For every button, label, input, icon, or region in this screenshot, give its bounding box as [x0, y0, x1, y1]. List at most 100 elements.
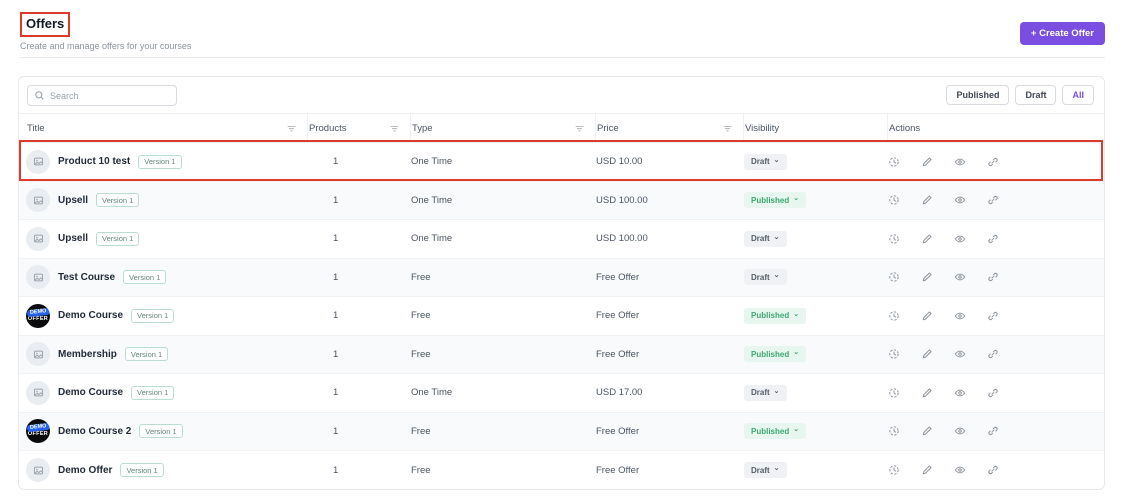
- column-filter-icon[interactable]: [574, 123, 585, 134]
- title-cell: DEMOOFFERDemo CourseVersion 1: [26, 304, 308, 328]
- analytics-icon[interactable]: [888, 194, 900, 206]
- title-cell: MembershipVersion 1: [26, 342, 308, 366]
- copy-link-icon[interactable]: [987, 464, 999, 476]
- copy-link-icon[interactable]: [987, 425, 999, 437]
- image-placeholder-icon: [32, 464, 45, 477]
- preview-icon[interactable]: [954, 348, 966, 360]
- copy-link-icon[interactable]: [987, 387, 999, 399]
- column-filter-icon[interactable]: [722, 123, 733, 134]
- create-offer-button[interactable]: + Create Offer: [1020, 22, 1105, 45]
- table-header-row: TitleProductsTypePriceVisibilityActions: [19, 113, 1104, 143]
- offer-title[interactable]: Membership: [58, 349, 117, 360]
- copy-link-icon[interactable]: [987, 233, 999, 245]
- search-icon: [34, 90, 45, 101]
- actions-cell: [888, 271, 1097, 283]
- analytics-icon[interactable]: [888, 425, 900, 437]
- table-row[interactable]: DEMOOFFERDemo Course 2Version 11FreeFree…: [19, 413, 1104, 452]
- offer-thumbnail-placeholder: [26, 458, 50, 482]
- edit-icon[interactable]: [921, 387, 933, 399]
- version-badge: Version 1: [123, 270, 166, 284]
- table-row[interactable]: UpsellVersion 11One TimeUSD 100.00Publis…: [19, 182, 1104, 221]
- type-cell: One Time: [411, 156, 596, 167]
- offer-title[interactable]: Product 10 test: [58, 156, 130, 167]
- edit-icon[interactable]: [921, 271, 933, 283]
- actions-cell: [888, 310, 1097, 322]
- offer-title[interactable]: Upsell: [58, 195, 88, 206]
- products-cell: 1: [308, 156, 411, 167]
- version-badge: Version 1: [131, 386, 174, 400]
- visibility-dropdown[interactable]: Published⌄: [744, 192, 806, 208]
- edit-icon[interactable]: [921, 156, 933, 168]
- visibility-dropdown[interactable]: Published⌄: [744, 346, 806, 362]
- copy-link-icon[interactable]: [987, 271, 999, 283]
- offer-title[interactable]: Demo Offer: [58, 465, 112, 476]
- visibility-dropdown[interactable]: Draft ⌄: [744, 385, 787, 401]
- analytics-icon[interactable]: [888, 387, 900, 399]
- visibility-value: Published: [751, 350, 789, 359]
- preview-icon[interactable]: [954, 310, 966, 322]
- visibility-value: Published: [751, 427, 789, 436]
- copy-link-icon[interactable]: [987, 194, 999, 206]
- offer-title[interactable]: Demo Course 2: [58, 426, 131, 437]
- preview-icon[interactable]: [954, 387, 966, 399]
- chevron-down-icon: ⌄: [774, 390, 780, 394]
- type-cell: Free: [411, 465, 596, 476]
- visibility-dropdown[interactable]: Draft⌄: [744, 269, 787, 285]
- preview-icon[interactable]: [954, 156, 966, 168]
- visibility-value: Draft: [751, 466, 770, 475]
- analytics-icon[interactable]: [888, 156, 900, 168]
- offer-title[interactable]: Upsell: [58, 233, 88, 244]
- copy-link-icon[interactable]: [987, 348, 999, 360]
- filter-button-all[interactable]: All: [1062, 85, 1094, 105]
- visibility-dropdown[interactable]: Draft⌄: [744, 462, 787, 478]
- column-filter-icon[interactable]: [389, 123, 400, 134]
- copy-link-icon[interactable]: [987, 156, 999, 168]
- column-filter-icon[interactable]: [286, 123, 297, 134]
- visibility-value: Draft: [751, 234, 770, 243]
- table-row[interactable]: Product 10 testVersion 11One TimeUSD 10.…: [19, 143, 1104, 182]
- search-input[interactable]: [27, 85, 177, 106]
- visibility-value: Draft: [751, 388, 770, 397]
- edit-icon[interactable]: [921, 425, 933, 437]
- table-row[interactable]: MembershipVersion 11FreeFree OfferPublis…: [19, 336, 1104, 375]
- visibility-dropdown[interactable]: Draft⌄: [744, 154, 787, 170]
- offer-title[interactable]: Demo Course: [58, 310, 123, 321]
- edit-icon[interactable]: [921, 310, 933, 322]
- offer-title[interactable]: Test Course: [58, 272, 115, 283]
- visibility-dropdown[interactable]: Published⌄: [744, 423, 806, 439]
- analytics-icon[interactable]: [888, 233, 900, 245]
- analytics-icon[interactable]: [888, 348, 900, 360]
- visibility-value: Draft: [751, 157, 770, 166]
- column-label: Products: [309, 123, 347, 134]
- price-cell: Free Offer: [596, 426, 744, 437]
- table-row[interactable]: Demo OfferVersion 11FreeFree OfferDraft⌄: [19, 451, 1104, 490]
- edit-icon[interactable]: [921, 464, 933, 476]
- edit-icon[interactable]: [921, 233, 933, 245]
- column-label: Price: [597, 123, 619, 134]
- edit-icon[interactable]: [921, 348, 933, 360]
- preview-icon[interactable]: [954, 271, 966, 283]
- analytics-icon[interactable]: [888, 271, 900, 283]
- type-cell: Free: [411, 310, 596, 321]
- visibility-dropdown[interactable]: Published⌄: [744, 308, 806, 324]
- filter-button-draft[interactable]: Draft: [1015, 85, 1056, 105]
- preview-icon[interactable]: [954, 425, 966, 437]
- visibility-cell: Draft⌄: [744, 231, 888, 247]
- copy-link-icon[interactable]: [987, 310, 999, 322]
- analytics-icon[interactable]: [888, 310, 900, 322]
- table-toolbar: Published Draft All: [19, 77, 1104, 113]
- table-row[interactable]: Test CourseVersion 11FreeFree OfferDraft…: [19, 259, 1104, 298]
- analytics-icon[interactable]: [888, 464, 900, 476]
- offer-thumbnail-placeholder: [26, 381, 50, 405]
- table-row[interactable]: DEMOOFFERDemo CourseVersion 11FreeFree O…: [19, 297, 1104, 336]
- visibility-dropdown[interactable]: Draft⌄: [744, 231, 787, 247]
- offer-thumbnail-placeholder: [26, 227, 50, 251]
- preview-icon[interactable]: [954, 464, 966, 476]
- offer-title[interactable]: Demo Course: [58, 387, 123, 398]
- table-row[interactable]: UpsellVersion 11One TimeUSD 100.00Draft⌄: [19, 220, 1104, 259]
- preview-icon[interactable]: [954, 194, 966, 206]
- table-row[interactable]: Demo CourseVersion 11One TimeUSD 17.00Dr…: [19, 374, 1104, 413]
- preview-icon[interactable]: [954, 233, 966, 245]
- edit-icon[interactable]: [921, 194, 933, 206]
- filter-button-published[interactable]: Published: [946, 85, 1009, 105]
